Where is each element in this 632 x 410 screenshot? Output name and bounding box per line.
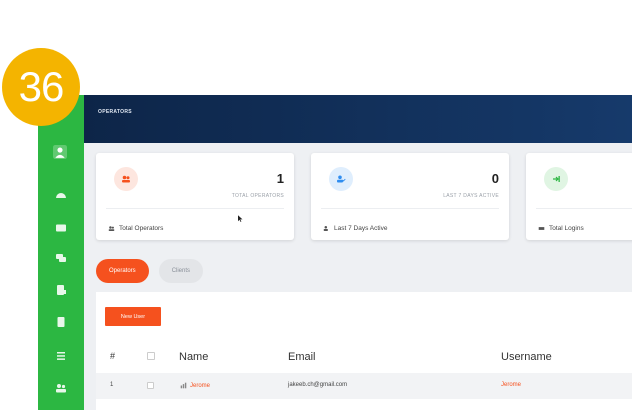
stat-value: 0	[491, 171, 499, 186]
card-footer: Total Logins	[538, 225, 584, 232]
card-footer: Total Operators	[108, 225, 163, 232]
step-badge: 36	[2, 48, 80, 126]
select-all-checkbox[interactable]	[147, 352, 155, 360]
tab-operators[interactable]: Operators	[96, 259, 149, 283]
tab-bar: Operators Clients	[96, 259, 204, 283]
tab-clients[interactable]: Clients	[158, 259, 204, 283]
row-number: 1	[110, 382, 114, 388]
step-number: 36	[18, 63, 65, 110]
user-check-icon	[329, 167, 353, 191]
mouse-cursor-icon	[238, 215, 244, 225]
card-divider	[321, 208, 499, 209]
stat-card-total-logins: Total Logins	[526, 153, 632, 240]
chat-icon[interactable]	[55, 253, 67, 263]
users-icon[interactable]	[55, 383, 67, 393]
column-header-number: #	[110, 351, 116, 361]
card-footer-label: Total Logins	[549, 225, 584, 232]
reports-icon[interactable]	[55, 285, 67, 295]
stat-card-total-operators: 1 TOTAL OPERATORS Total Operators	[96, 153, 294, 240]
user-avatar-icon[interactable]	[51, 143, 69, 161]
page-title: OPERATORS	[98, 109, 132, 115]
chart-icon	[180, 382, 187, 389]
stat-value: 1	[276, 171, 284, 186]
page-header: OPERATORS	[84, 95, 632, 143]
card-divider	[536, 208, 632, 209]
column-header-email: Email	[288, 351, 316, 363]
row-name[interactable]: Jerome	[180, 382, 210, 389]
card-divider	[106, 208, 284, 209]
stat-card-last-7-days-active: 0 LAST 7 DAYS ACTIVE Last 7 Days Active	[311, 153, 509, 240]
row-checkbox[interactable]	[147, 382, 154, 389]
card-footer: Last 7 Days Active	[323, 225, 387, 232]
table-row[interactable]: 1 Jerome jakeeb.ch@gmail.com Jerome	[96, 373, 632, 399]
list-icon[interactable]	[55, 351, 67, 361]
row-username[interactable]: Jerome	[501, 382, 521, 388]
new-user-button[interactable]: New User	[105, 307, 161, 326]
sidebar	[38, 95, 84, 410]
users-icon	[108, 226, 115, 231]
id-card-icon[interactable]	[55, 223, 67, 233]
row-email: jakeeb.ch@gmail.com	[288, 382, 348, 388]
row-name-text: Jerome	[190, 382, 211, 389]
document-icon[interactable]	[55, 317, 67, 327]
main-content: OPERATORS 1 TOTAL OPERATORS Total Operat…	[84, 95, 632, 410]
screen: 36 OPERATORS 1 TOTAL OPERATORS Total Ope…	[0, 0, 632, 410]
card-footer-label: Last 7 Days Active	[334, 225, 388, 232]
stat-label: LAST 7 DAYS ACTIVE	[443, 193, 499, 199]
card-footer-label: Total Operators	[119, 225, 164, 232]
stat-label: TOTAL OPERATORS	[231, 193, 284, 199]
login-icon	[544, 167, 568, 191]
users-icon	[114, 167, 138, 191]
login-icon	[538, 227, 545, 230]
column-header-username: Username	[501, 351, 552, 363]
dashboard-icon[interactable]	[55, 190, 67, 200]
user-check-icon	[323, 226, 328, 231]
column-header-name: Name	[179, 351, 209, 363]
